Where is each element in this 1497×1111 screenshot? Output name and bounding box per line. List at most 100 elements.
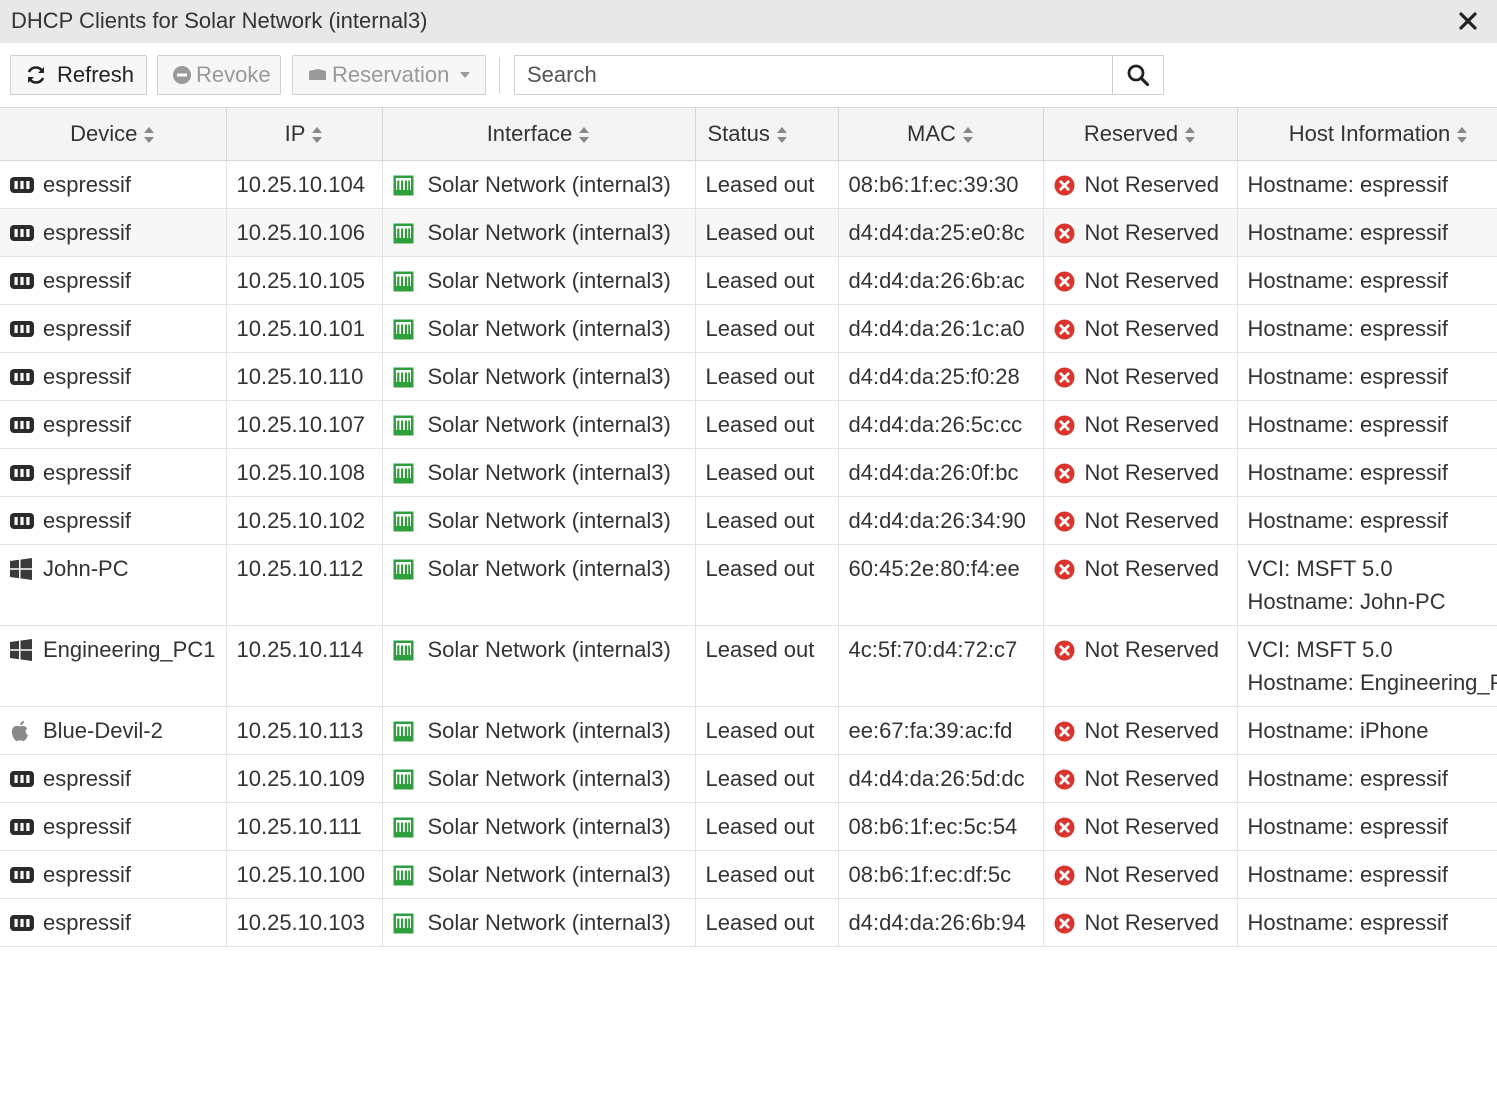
device-icon — [10, 222, 34, 244]
cell-status: Leased out — [695, 208, 839, 257]
cell-ip: 10.25.10.112 — [226, 544, 383, 626]
sort-icon — [776, 127, 787, 144]
column-header-reserved[interactable]: Reserved — [1043, 107, 1238, 161]
interface-name: Solar Network (internal3) — [427, 460, 671, 485]
close-button[interactable] — [1455, 8, 1481, 34]
table-row[interactable]: espressif 10.25.10.106 Solar Network (inte… — [0, 208, 1497, 257]
cell-device: espressif — [0, 160, 227, 209]
cell-interface: Solar Network (internal3) — [382, 304, 696, 353]
cell-mac: d4:d4:da:26:5c:cc — [838, 400, 1044, 449]
not-reserved-icon — [1054, 367, 1085, 388]
interface-name: Solar Network (internal3) — [427, 508, 671, 533]
device-icon — [10, 318, 34, 340]
column-header-status[interactable]: Status — [695, 107, 839, 161]
search-input[interactable] — [514, 55, 1113, 95]
table-row[interactable]: espressif 10.25.10.100 Solar Network (inte… — [0, 850, 1497, 899]
ip-address: 10.25.10.111 — [236, 814, 362, 839]
chevron-down-icon — [460, 72, 471, 78]
cell-mac: 08:b6:1f:ec:39:30 — [838, 160, 1044, 209]
mac-address: d4:d4:da:26:0f:bc — [848, 460, 1019, 485]
reserved-status: Not Reserved — [1084, 412, 1220, 437]
table-row[interactable]: espressif 10.25.10.102 Solar Network (inte… — [0, 496, 1497, 545]
reserved-status: Not Reserved — [1084, 637, 1220, 662]
host-info-line: Hostname: espressif — [1247, 220, 1449, 245]
cell-reserved: Not Reserved — [1043, 160, 1238, 209]
table-row[interactable]: espressif 10.25.10.107 Solar Network (inte… — [0, 400, 1497, 449]
column-header-host-information[interactable]: Host Information — [1237, 107, 1497, 161]
ip-address: 10.25.10.101 — [236, 316, 365, 341]
cell-host-information: Hostname: espressif — [1237, 850, 1497, 899]
cell-interface: Solar Network (internal3) — [382, 256, 696, 305]
table-row[interactable]: espressif 10.25.10.103 Solar Network (inte… — [0, 898, 1497, 947]
interface-name: Solar Network (internal3) — [427, 364, 671, 389]
cell-interface: Solar Network (internal3) — [382, 160, 696, 209]
lease-status: Leased out — [705, 718, 815, 743]
cell-reserved: Not Reserved — [1043, 706, 1238, 755]
ticket-icon — [309, 69, 326, 80]
table-row[interactable]: espressif 10.25.10.104 Solar Network (inte… — [0, 160, 1497, 209]
lease-status: Leased out — [705, 220, 815, 245]
table-row[interactable]: espressif 10.25.10.108 Solar Network (inte… — [0, 448, 1497, 497]
table-row[interactable]: Blue-Devil-2 10.25.10.113 Solar Network (i… — [0, 706, 1497, 755]
cell-interface: Solar Network (internal3) — [382, 400, 696, 449]
ip-address: 10.25.10.102 — [236, 508, 365, 533]
cell-host-information: VCI: MSFT 5.0 Hostname: John-PC — [1237, 544, 1497, 626]
host-info-line: Hostname: espressif — [1247, 460, 1449, 485]
revoke-button[interactable]: Revoke — [157, 55, 281, 95]
interface-icon — [393, 865, 428, 886]
ip-address: 10.25.10.105 — [236, 268, 365, 293]
table-row[interactable]: espressif 10.25.10.109 Solar Network (inte… — [0, 754, 1497, 803]
reservation-dropdown-button[interactable]: Reservation — [292, 55, 486, 95]
lease-status: Leased out — [705, 910, 815, 935]
cell-device: John-PC — [0, 544, 227, 626]
column-header-ip[interactable]: IP — [226, 107, 383, 161]
cell-interface: Solar Network (internal3) — [382, 208, 696, 257]
refresh-button[interactable]: Refresh — [10, 55, 147, 95]
table-row[interactable]: espressif 10.25.10.110 Solar Network (inte… — [0, 352, 1497, 401]
device-name: espressif — [43, 766, 132, 791]
host-info-line: Hostname: espressif — [1247, 910, 1449, 935]
cell-ip: 10.25.10.101 — [226, 304, 383, 353]
reserved-status: Not Reserved — [1084, 172, 1220, 197]
cell-status: Leased out — [695, 625, 839, 707]
interface-icon — [393, 175, 428, 196]
device-name: John-PC — [43, 556, 129, 581]
device-name: Engineering_PC1 — [43, 637, 216, 662]
table-row[interactable]: espressif 10.25.10.111 Solar Network (inte… — [0, 802, 1497, 851]
host-info-line: Hostname: iPhone — [1247, 718, 1429, 743]
not-reserved-icon — [1054, 511, 1085, 532]
revoke-label: Revoke — [196, 62, 271, 87]
cell-reserved: Not Reserved — [1043, 496, 1238, 545]
reservation-label: Reservation — [332, 62, 450, 87]
device-icon — [10, 462, 34, 484]
device-name: espressif — [43, 364, 132, 389]
column-label: Reserved — [1083, 121, 1179, 146]
host-info-line: Hostname: espressif — [1247, 172, 1449, 197]
cell-reserved: Not Reserved — [1043, 802, 1238, 851]
cell-status: Leased out — [695, 352, 839, 401]
cell-status: Leased out — [695, 898, 839, 947]
cell-ip: 10.25.10.110 — [226, 352, 383, 401]
ip-address: 10.25.10.112 — [236, 556, 364, 581]
table-row[interactable]: Engineering_PC1 10.25.10.114 Solar Network… — [0, 625, 1497, 707]
device-icon — [10, 366, 34, 388]
interface-name: Solar Network (internal3) — [427, 862, 671, 887]
table-row[interactable]: espressif 10.25.10.101 Solar Network (inte… — [0, 304, 1497, 353]
cell-interface: Solar Network (internal3) — [382, 625, 696, 707]
cell-host-information: Hostname: espressif — [1237, 448, 1497, 497]
cell-host-information: Hostname: espressif — [1237, 754, 1497, 803]
table-row[interactable]: John-PC 10.25.10.112 Solar Network (intern… — [0, 544, 1497, 626]
cell-mac: d4:d4:da:26:5d:dc — [838, 754, 1044, 803]
column-header-mac[interactable]: MAC — [838, 107, 1044, 161]
table-row[interactable]: espressif 10.25.10.105 Solar Network (inte… — [0, 256, 1497, 305]
column-header-interface[interactable]: Interface — [382, 107, 696, 161]
cell-device: espressif — [0, 802, 227, 851]
lease-status: Leased out — [705, 508, 815, 533]
interface-icon — [393, 223, 428, 244]
host-info-line: Hostname: espressif — [1247, 268, 1449, 293]
ip-address: 10.25.10.107 — [236, 412, 365, 437]
column-header-device[interactable]: Device — [0, 107, 227, 161]
ip-address: 10.25.10.114 — [236, 637, 364, 662]
not-reserved-icon — [1054, 319, 1085, 340]
search-button[interactable] — [1112, 55, 1164, 95]
